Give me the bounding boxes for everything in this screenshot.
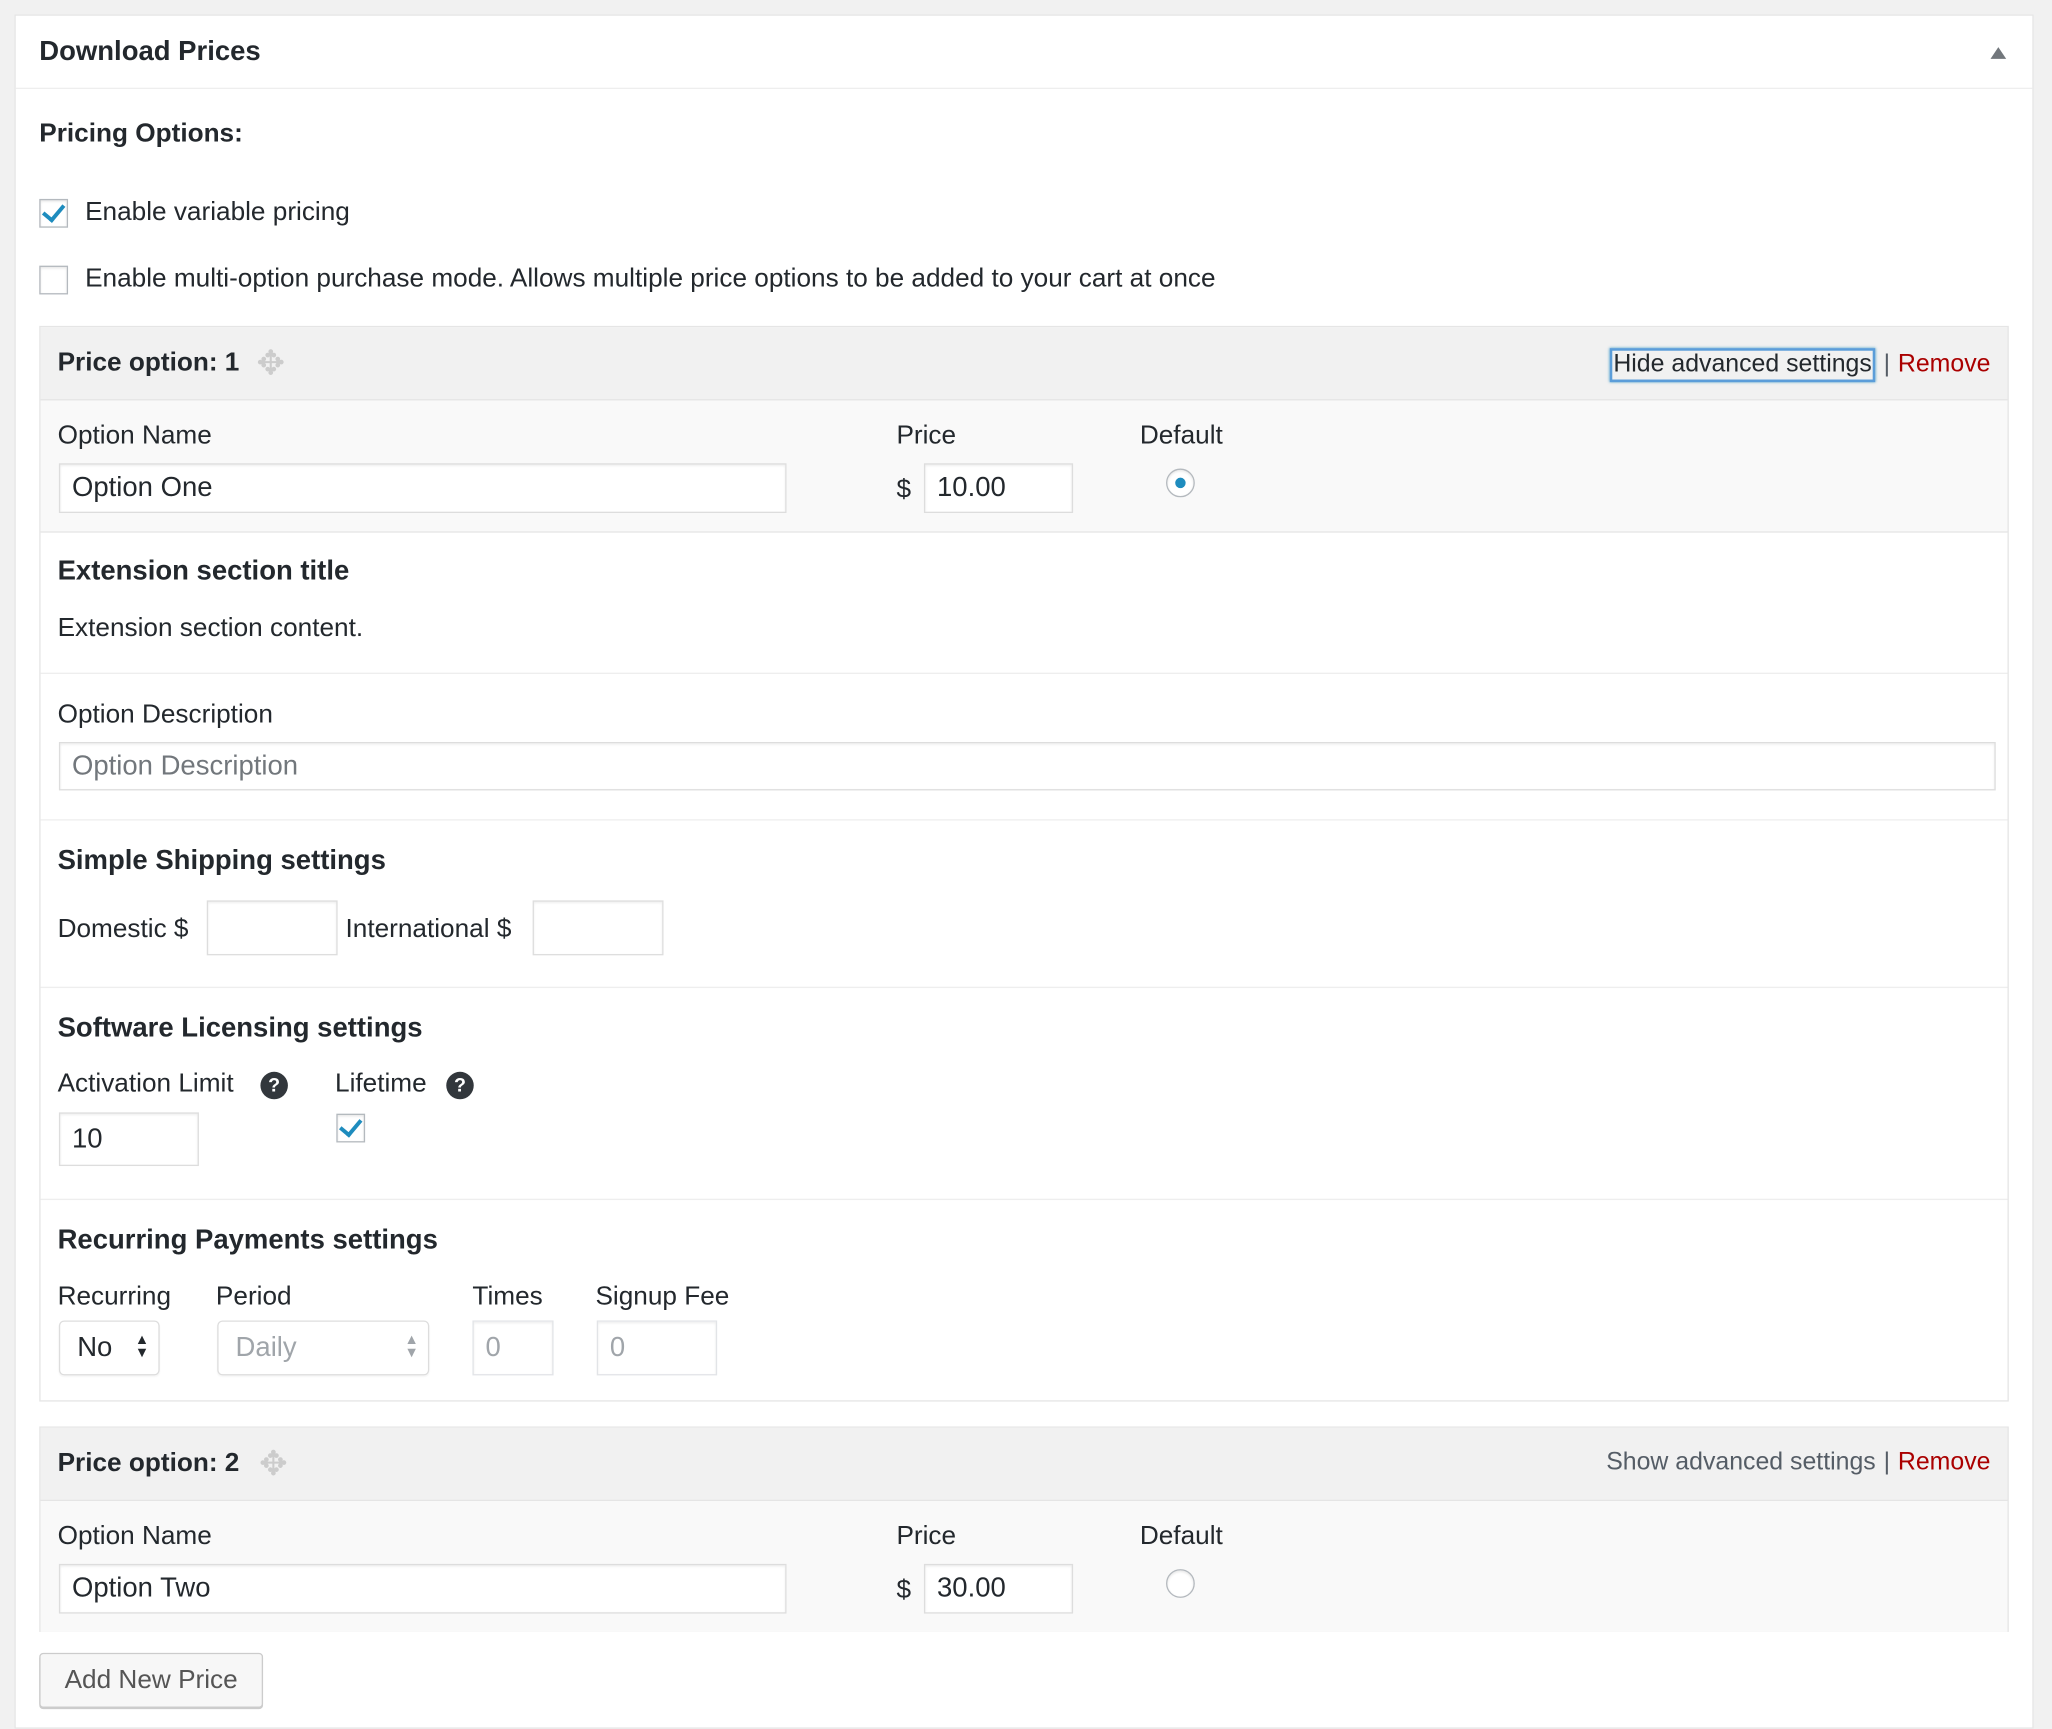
- lifetime-checkbox[interactable]: [336, 1113, 366, 1143]
- hide-advanced-settings-link[interactable]: Hide advanced settings: [1609, 348, 1876, 383]
- extension-section: Extension section title Extension sectio…: [40, 533, 2008, 674]
- price-label: Price: [896, 421, 957, 451]
- period-value: Daily: [235, 1332, 297, 1363]
- select-arrows-icon: ▲ ▼: [404, 1332, 419, 1362]
- activation-limit-input[interactable]: 10: [58, 1112, 199, 1167]
- default-label: Default: [1139, 421, 1223, 451]
- signup-fee-label: Signup Fee: [595, 1282, 730, 1312]
- default-radio[interactable]: [1166, 1569, 1195, 1598]
- price-input[interactable]: 30.00: [923, 1563, 1074, 1614]
- price-option-actions: Hide advanced settings | Remove: [1609, 348, 1991, 383]
- recurring-value: No: [77, 1332, 113, 1363]
- panel-title: Download Prices: [39, 36, 261, 67]
- multi-option-label: Enable multi-option purchase mode. Allow…: [85, 264, 1216, 294]
- price-option-header: Price option: 2 ✥ Show advanced settings…: [40, 1427, 2008, 1502]
- price-option-title: Price option: 2: [57, 1448, 240, 1478]
- shipping-section-title: Simple Shipping settings: [57, 845, 386, 876]
- pricing-options-label: Pricing Options:: [39, 119, 243, 148]
- currency-symbol: $: [896, 475, 911, 504]
- licensing-section: Software Licensing settings Activation L…: [40, 988, 2008, 1201]
- lifetime-help-icon[interactable]: ?: [446, 1071, 474, 1100]
- recurring-label: Recurring: [57, 1282, 172, 1312]
- option-description-label: Option Description: [57, 700, 273, 729]
- multi-option-row[interactable]: Enable multi-option purchase mode. Allow…: [39, 264, 1216, 294]
- option-name-input[interactable]: Option Two: [58, 1563, 787, 1614]
- separator: |: [1883, 350, 1891, 379]
- price-option-2: Price option: 2 ✥ Show advanced settings…: [39, 1426, 2009, 1632]
- extension-section-title: Extension section title: [57, 556, 350, 587]
- option-name-label: Option Name: [57, 421, 212, 451]
- extension-section-content: Extension section content.: [57, 613, 364, 643]
- currency-symbol: $: [896, 1575, 911, 1605]
- collapse-toggle-icon[interactable]: [1990, 47, 2007, 59]
- domestic-label: Domestic $: [57, 914, 189, 944]
- select-arrows-icon: ▲ ▼: [134, 1332, 150, 1362]
- domestic-shipping-input[interactable]: [206, 900, 338, 956]
- recurring-section: Recurring Payments settings Recurring No…: [41, 1200, 2008, 1407]
- times-label: Times: [472, 1282, 543, 1312]
- remove-link[interactable]: Remove: [1898, 351, 1991, 380]
- enable-variable-pricing-row[interactable]: Enable variable pricing: [39, 198, 350, 228]
- option-description-input[interactable]: Option Description: [58, 742, 1996, 791]
- enable-variable-pricing-label: Enable variable pricing: [85, 197, 350, 227]
- activation-limit-label: Activation Limit: [57, 1069, 234, 1098]
- option-name-label: Option Name: [57, 1521, 212, 1551]
- option-description-section: Option Description Option Description: [40, 674, 2008, 821]
- signup-fee-input[interactable]: 0: [596, 1320, 718, 1376]
- recurring-section-title: Recurring Payments settings: [57, 1224, 438, 1256]
- show-advanced-settings-link[interactable]: Show advanced settings: [1606, 1449, 1876, 1478]
- option-name-input[interactable]: Option One: [58, 463, 787, 513]
- price-option-1: Price option: 1 ✥ Hide advanced settings…: [39, 325, 2009, 1402]
- period-label: Period: [215, 1282, 292, 1312]
- recurring-select[interactable]: No ▲ ▼: [58, 1320, 160, 1376]
- default-label: Default: [1139, 1521, 1223, 1551]
- add-new-price-button[interactable]: Add New Price: [39, 1652, 264, 1708]
- licensing-section-title: Software Licensing settings: [57, 1012, 423, 1044]
- move-icon[interactable]: ✥: [259, 1446, 288, 1480]
- price-option-header: Price option: 1 ✥ Hide advanced settings…: [40, 327, 2008, 401]
- price-option-title: Price option: 1: [57, 348, 240, 377]
- move-icon[interactable]: ✥: [256, 345, 285, 379]
- separator: |: [1883, 1448, 1891, 1477]
- international-label: International $: [345, 914, 512, 944]
- price-label: Price: [896, 1521, 957, 1551]
- price-input[interactable]: 10.00: [923, 463, 1074, 513]
- default-radio[interactable]: [1166, 468, 1195, 498]
- price-option-main: Option Name Option One Price $ 10.00 Def…: [40, 400, 2008, 533]
- shipping-section: Simple Shipping settings Domestic $ Inte…: [40, 821, 2008, 989]
- panel-header[interactable]: Download Prices: [15, 16, 2033, 89]
- remove-link[interactable]: Remove: [1898, 1449, 1991, 1478]
- price-option-main: Option Name Option Two Price $ 30.00 Def…: [40, 1501, 2008, 1632]
- times-input[interactable]: 0: [472, 1320, 554, 1376]
- lifetime-label: Lifetime: [335, 1069, 427, 1098]
- period-select[interactable]: Daily ▲ ▼: [217, 1320, 430, 1376]
- download-prices-panel: Download Prices Pricing Options: Enable …: [14, 14, 2034, 1729]
- activation-help-icon[interactable]: ?: [260, 1071, 288, 1100]
- multi-option-checkbox[interactable]: [39, 265, 69, 294]
- enable-variable-pricing-checkbox[interactable]: [39, 198, 69, 228]
- international-shipping-input[interactable]: [532, 900, 664, 956]
- price-option-actions: Show advanced settings | Remove: [1606, 1449, 1990, 1478]
